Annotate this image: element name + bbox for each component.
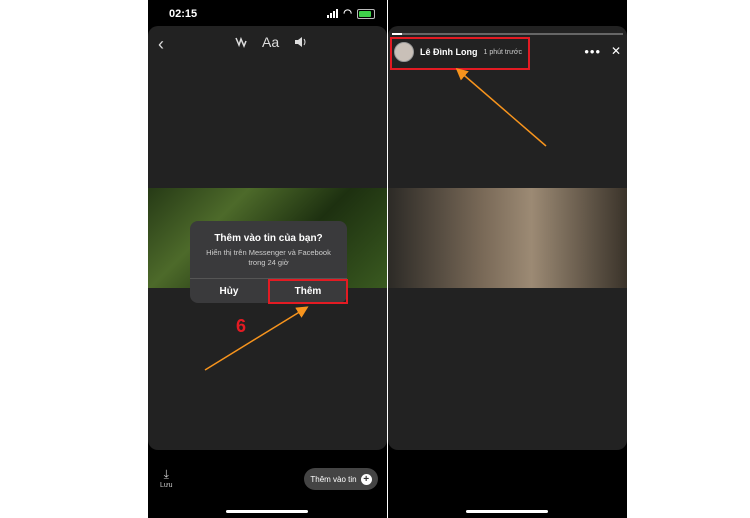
more-options-icon[interactable]: ••• (584, 44, 601, 59)
download-icon: ⤓ (163, 467, 169, 481)
save-label: Lưu (160, 482, 173, 489)
status-bar: 02:15 ◠ (148, 0, 387, 26)
right-phone-screen: Lê Đình Long 1 phút trước ••• ✕ (388, 0, 627, 518)
confirm-button-highlight (268, 279, 348, 304)
save-button[interactable]: ⤓ Lưu (160, 467, 172, 489)
plus-icon: + (360, 473, 372, 485)
close-icon[interactable]: ✕ (611, 44, 621, 58)
battery-icon (357, 8, 375, 19)
home-indicator (226, 510, 308, 513)
home-indicator (466, 510, 548, 513)
chevron-left-icon[interactable]: ‹ (158, 34, 164, 55)
story-photo (388, 188, 627, 288)
dialog-title: Thêm vào tin của bạn? (214, 233, 323, 244)
add-to-story-button[interactable]: Thêm vào tin + (304, 468, 378, 490)
status-time: 02:15 (169, 8, 198, 20)
step-number: 6 (236, 316, 247, 336)
cancel-button[interactable]: Hủy (190, 279, 269, 303)
left-phone-screen: 02:15 ◠ ‹ Aa Thêm vào tin của bạn? Hiển … (148, 0, 387, 518)
editor-toolbar: ‹ Aa (148, 32, 387, 56)
author-highlight (390, 37, 530, 70)
wifi-icon: ◠ (343, 8, 352, 19)
dialog-message: Hiển thị trên Messenger và Facebook tron… (206, 248, 331, 267)
draw-icon[interactable] (234, 35, 248, 49)
story-progress-bar (392, 33, 623, 35)
add-to-story-label: Thêm vào tin (310, 474, 357, 484)
signal-icon (327, 9, 339, 18)
text-tool-button[interactable]: Aa (262, 34, 279, 50)
speaker-icon[interactable] (293, 35, 307, 49)
